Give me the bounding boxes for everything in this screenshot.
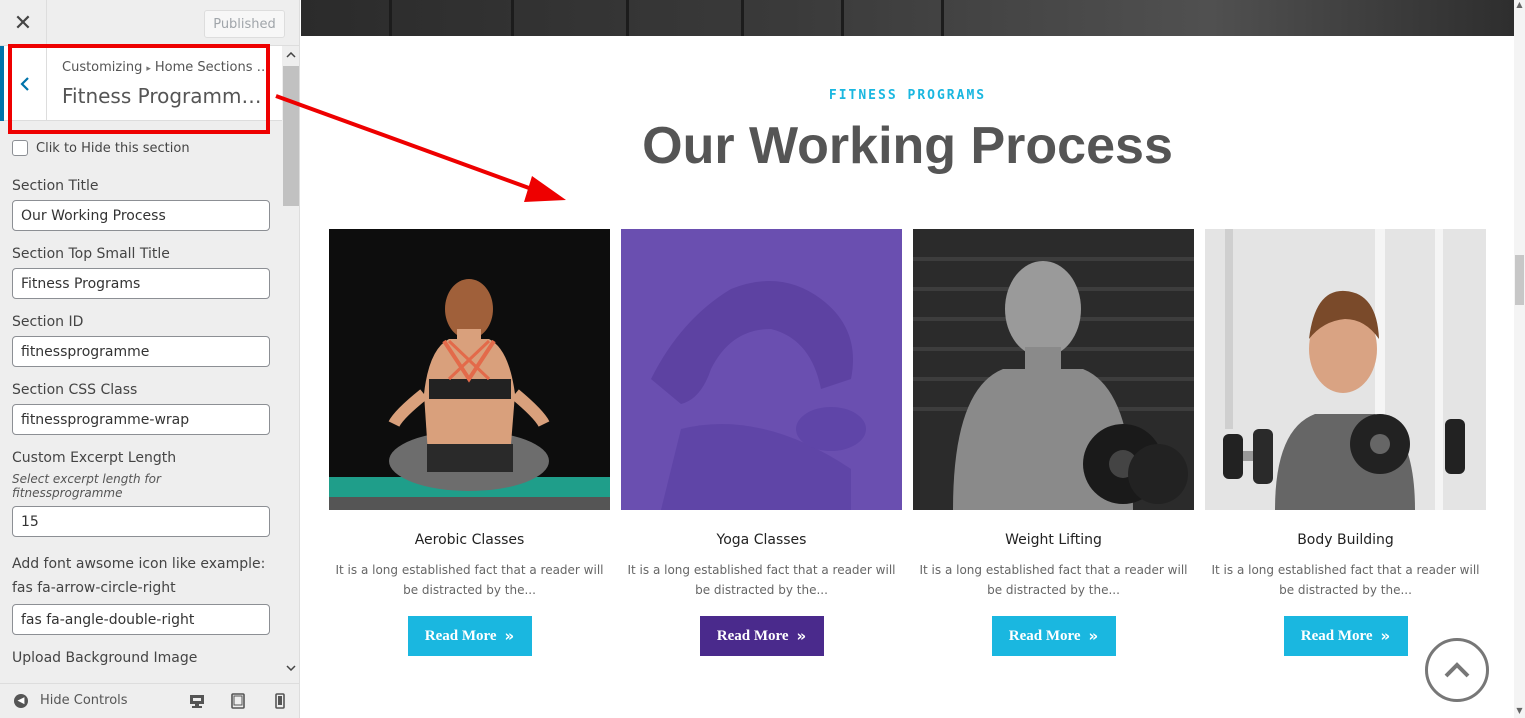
top-small-title-label: Section Top Small Title: [12, 246, 170, 262]
breadcrumb-separator-icon: ▸: [146, 64, 151, 74]
yoga-image: [621, 229, 902, 510]
css-class-label: Section CSS Class: [12, 382, 138, 398]
read-more-button[interactable]: Read More »: [991, 616, 1116, 656]
double-chevron-right-icon: »: [796, 627, 807, 645]
page-scroll-up-icon[interactable]: ▲: [1514, 0, 1525, 12]
body-building-image: [1205, 229, 1486, 510]
hide-controls-button[interactable]: ◀ Hide Controls: [14, 693, 128, 708]
read-more-label: Read More: [1300, 627, 1373, 644]
scroll-up-arrow-icon[interactable]: [282, 46, 299, 64]
card-excerpt: It is a long established fact that a rea…: [919, 563, 1188, 597]
read-more-label: Read More: [1008, 627, 1081, 644]
icon-class-input[interactable]: [12, 604, 270, 635]
customizer-footer: ◀ Hide Controls: [0, 683, 299, 718]
sidebar-scroll-thumb[interactable]: [283, 66, 299, 206]
hide-section-row: Clik to Hide this section: [12, 140, 270, 156]
section-controls: Clik to Hide this section Section Title …: [12, 140, 270, 672]
icon-class-label-line1: Add font awsome icon like example:: [12, 556, 266, 572]
card-excerpt: It is a long established fact that a rea…: [335, 563, 604, 597]
page-scrollbar[interactable]: [1514, 0, 1525, 718]
double-chevron-right-icon: »: [1088, 627, 1099, 645]
card-title: Yoga Classes: [716, 532, 807, 548]
hide-controls-label: Hide Controls: [40, 693, 128, 708]
breadcrumb: Customizing ▸ Home Sections S...: [62, 60, 272, 75]
card-title: Weight Lifting: [1005, 532, 1102, 548]
customizer-sidebar: ✕ Published Customizing ▸ Home Sections S.…: [0, 0, 300, 718]
excerpt-length-label: Custom Excerpt Length: [12, 450, 177, 466]
css-class-input[interactable]: [12, 404, 270, 435]
read-more-label: Read More: [716, 627, 789, 644]
section-header: Customizing ▸ Home Sections S... Fitness P…: [0, 46, 282, 121]
page-scroll-thumb[interactable]: [1515, 255, 1524, 305]
card-title: Body Building: [1297, 532, 1394, 548]
read-more-button[interactable]: Read More »: [407, 616, 532, 656]
top-small-title-input[interactable]: [12, 268, 270, 299]
breadcrumb-parent: Home Sections S...: [154, 60, 272, 75]
section-title-label: Section Title: [12, 178, 99, 194]
desktop-preview-icon[interactable]: [189, 693, 205, 709]
back-button[interactable]: [0, 46, 47, 121]
excerpt-length-description: Select excerpt length for fitnessprogram…: [12, 472, 161, 500]
program-card: Aerobic Classes It is a long established…: [329, 229, 610, 656]
close-customizer-button[interactable]: ✕: [0, 0, 47, 46]
program-card: Weight Lifting It is a long established …: [913, 229, 1194, 656]
section-title-input[interactable]: [12, 200, 270, 231]
section-id-label: Section ID: [12, 314, 84, 330]
page-scroll-down-icon[interactable]: ▼: [1514, 706, 1525, 718]
card-excerpt: It is a long established fact that a rea…: [627, 563, 896, 597]
program-card: Yoga Classes It is a long established fa…: [621, 229, 902, 656]
breadcrumb-root: Customizing: [62, 60, 143, 75]
hide-section-label: Clik to Hide this section: [36, 140, 190, 156]
icon-class-label: Add font awsome icon like example: fas fa…: [12, 552, 270, 600]
section-small-title: FITNESS PROGRAMS: [828, 88, 987, 103]
section-main-title: Our Working Process: [642, 117, 1173, 175]
excerpt-length-input[interactable]: [12, 506, 270, 537]
read-more-button[interactable]: Read More »: [1283, 616, 1408, 656]
weight-lifting-image: [913, 229, 1194, 510]
aerobic-image: [329, 229, 610, 510]
scroll-to-top-button[interactable]: [1425, 638, 1489, 702]
read-more-button[interactable]: Read More »: [699, 616, 824, 656]
double-chevron-right-icon: »: [1380, 627, 1391, 645]
card-title: Aerobic Classes: [414, 532, 525, 548]
close-icon: ✕: [13, 10, 33, 36]
customizer-topbar: ✕ Published: [0, 0, 299, 46]
scroll-down-arrow-icon[interactable]: [282, 659, 299, 677]
hero-image-strip: [301, 0, 1514, 36]
background-image-label: Upload Background Image: [12, 650, 198, 666]
section-title-heading: Fitness Programme Sec...: [62, 84, 272, 108]
tablet-preview-icon[interactable]: [230, 693, 246, 709]
chevron-left-icon: [20, 76, 29, 91]
published-button[interactable]: Published: [204, 10, 285, 38]
mobile-preview-icon[interactable]: [272, 693, 288, 709]
double-chevron-right-icon: »: [504, 627, 515, 645]
site-preview: FITNESS PROGRAMS Our Working Process Aer…: [301, 0, 1514, 718]
read-more-label: Read More: [424, 627, 497, 644]
collapse-arrow-icon: ◀: [14, 693, 28, 708]
hide-section-checkbox[interactable]: [12, 140, 28, 156]
icon-class-label-line2: fas fa-arrow-circle-right: [12, 580, 176, 596]
card-excerpt: It is a long established fact that a rea…: [1211, 563, 1480, 597]
section-id-input[interactable]: [12, 336, 270, 367]
program-card: Body Building It is a long established f…: [1205, 229, 1486, 656]
chevron-up-icon: [1444, 662, 1470, 678]
